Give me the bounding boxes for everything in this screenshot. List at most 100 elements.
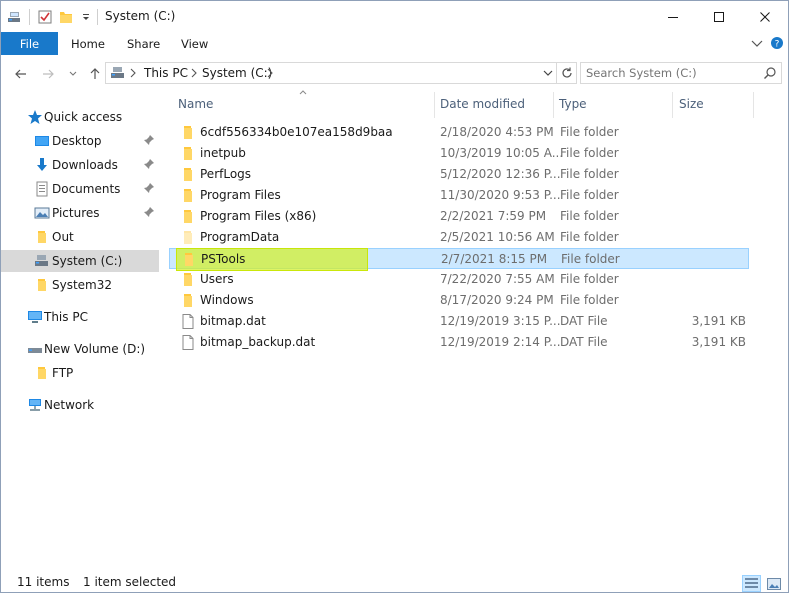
cell-type: File folder (560, 167, 619, 181)
table-row[interactable]: 6cdf556334b0e107ea158d9baa 2/18/2020 4:53… (169, 122, 749, 143)
column-header-type[interactable]: Type (559, 92, 671, 115)
pin-icon[interactable] (143, 134, 155, 149)
system-menu-icon[interactable] (7, 8, 23, 26)
column-separator[interactable] (553, 92, 554, 118)
column-header-date-modified[interactable]: Date modified (440, 92, 552, 115)
tab-view[interactable]: View (181, 37, 208, 51)
table-row[interactable]: Users 7/22/2020 7:55 AM File folder (169, 269, 749, 290)
table-row[interactable]: PSTools 2/7/2021 8:15 PM File folder (169, 248, 749, 271)
recent-locations-button[interactable] (64, 65, 82, 83)
sidebar-item-ftp[interactable]: FTP (1, 362, 159, 384)
table-row[interactable]: PerfLogs 5/12/2020 12:36 P... File folder (169, 164, 749, 185)
cell-type: DAT File (560, 335, 608, 349)
nav-quick-access[interactable]: Quick access (1, 106, 159, 128)
file-explorer-window: System (C:) File Home Share View ? This … (0, 0, 789, 593)
folder-icon (181, 188, 197, 203)
cell-date-modified: 10/3/2019 10:05 A... (440, 146, 564, 160)
sidebar-item-system32[interactable]: System32 (1, 274, 159, 296)
sidebar-item-documents[interactable]: Documents (1, 178, 159, 200)
sidebar-item-system-c[interactable]: System (C:) (1, 250, 159, 272)
desktop-icon (34, 133, 50, 149)
maximize-button[interactable] (696, 1, 742, 32)
documents-icon (34, 181, 50, 197)
tab-file[interactable]: File (1, 32, 58, 55)
large-icons-view-button[interactable] (764, 575, 783, 592)
cell-type: File folder (560, 125, 619, 139)
breadcrumb-system-c[interactable]: System (C:) (202, 66, 272, 80)
folder-icon (34, 229, 50, 245)
title-bar: System (C:) (1, 1, 788, 32)
breadcrumb-this-pc[interactable]: This PC (144, 66, 188, 80)
pictures-icon (34, 205, 50, 221)
refresh-button[interactable] (557, 62, 577, 84)
cell-date-modified: 5/12/2020 12:36 P... (440, 167, 561, 181)
table-row[interactable]: ProgramData 2/5/2021 10:56 AM File folder (169, 227, 749, 248)
column-separator[interactable] (672, 92, 673, 118)
search-icon[interactable] (763, 66, 777, 83)
table-row[interactable]: bitmap.dat 12/19/2019 3:15 P... DAT File 3,… (169, 311, 749, 332)
column-separator[interactable] (434, 92, 435, 118)
search-box[interactable] (580, 62, 782, 84)
nav-label: FTP (52, 366, 74, 380)
sidebar-item-pictures[interactable]: Pictures (1, 202, 159, 224)
search-input[interactable] (581, 63, 759, 83)
minimize-button[interactable] (650, 1, 696, 32)
forward-button[interactable] (39, 65, 57, 83)
download-icon (34, 157, 50, 173)
cell-date-modified: 12/19/2019 2:14 P... (440, 335, 561, 349)
cell-type: File folder (560, 293, 619, 307)
folder-icon (181, 272, 197, 287)
folder-icon (34, 365, 50, 381)
properties-icon[interactable] (37, 8, 53, 26)
back-button[interactable] (12, 65, 30, 83)
sidebar-item-new-volume-d[interactable]: New Volume (D:) (1, 338, 159, 360)
cell-type: File folder (561, 252, 620, 266)
table-row[interactable]: Program Files (x86) 2/2/2021 7:59 PM File … (169, 206, 749, 227)
address-bar[interactable]: This PC System (C:) (105, 62, 557, 84)
computer-icon (27, 309, 43, 325)
sidebar-item-downloads[interactable]: Downloads (1, 154, 159, 176)
up-button[interactable] (86, 65, 104, 83)
table-row[interactable]: bitmap_backup.dat 12/19/2019 2:14 P... DAT… (169, 332, 749, 353)
window-title: System (C:) (105, 9, 176, 23)
star-icon (27, 109, 43, 125)
cell-name: Program Files (x86) (200, 209, 317, 223)
pin-icon[interactable] (143, 182, 155, 197)
customize-toolbar-icon[interactable] (81, 8, 91, 26)
column-separator[interactable] (753, 92, 754, 118)
cell-name: bitmap_backup.dat (200, 335, 316, 349)
minimize-icon (668, 16, 678, 18)
item-count: 11 items (17, 575, 70, 589)
cell-date-modified: 8/17/2020 9:24 PM (440, 293, 554, 307)
tab-home[interactable]: Home (71, 37, 105, 51)
table-row[interactable]: Windows 8/17/2020 9:24 PM File folder (169, 290, 749, 311)
cell-name: Program Files (200, 188, 281, 202)
cell-name: 6cdf556334b0e107ea158d9baa (200, 125, 393, 139)
large-icons-view-icon (766, 577, 781, 590)
sidebar-item-network[interactable]: Network (1, 394, 159, 416)
breadcrumb-separator-icon[interactable] (266, 66, 274, 83)
address-dropdown-button[interactable] (542, 67, 554, 82)
arrow-right-icon (43, 69, 54, 79)
address-row: This PC System (C:) (1, 56, 788, 92)
pin-icon[interactable] (143, 158, 155, 173)
details-view-button[interactable] (742, 575, 761, 592)
sidebar-item-out[interactable]: Out (1, 226, 159, 248)
table-row[interactable]: Program Files 11/30/2020 9:53 P... File fo… (169, 185, 749, 206)
close-button[interactable] (742, 1, 788, 32)
column-header-size[interactable]: Size (679, 92, 753, 115)
drive-icon (27, 341, 43, 357)
sidebar-item-desktop[interactable]: Desktop (1, 130, 159, 152)
sidebar-item-this-pc[interactable]: This PC (1, 306, 159, 328)
nav-label: Quick access (44, 110, 123, 124)
tab-share[interactable]: Share (127, 37, 160, 51)
column-header-name[interactable]: Name (178, 90, 434, 115)
pin-icon[interactable] (143, 206, 155, 221)
expand-ribbon-button[interactable] (750, 36, 764, 53)
cell-name: PerfLogs (200, 167, 252, 181)
help-button[interactable]: ? (770, 36, 784, 53)
breadcrumb-separator-icon[interactable] (129, 66, 137, 83)
table-row[interactable]: inetpub 10/3/2019 10:05 A... File folder (169, 143, 749, 164)
new-folder-icon[interactable] (59, 8, 73, 26)
breadcrumb-separator-icon[interactable] (190, 66, 198, 83)
